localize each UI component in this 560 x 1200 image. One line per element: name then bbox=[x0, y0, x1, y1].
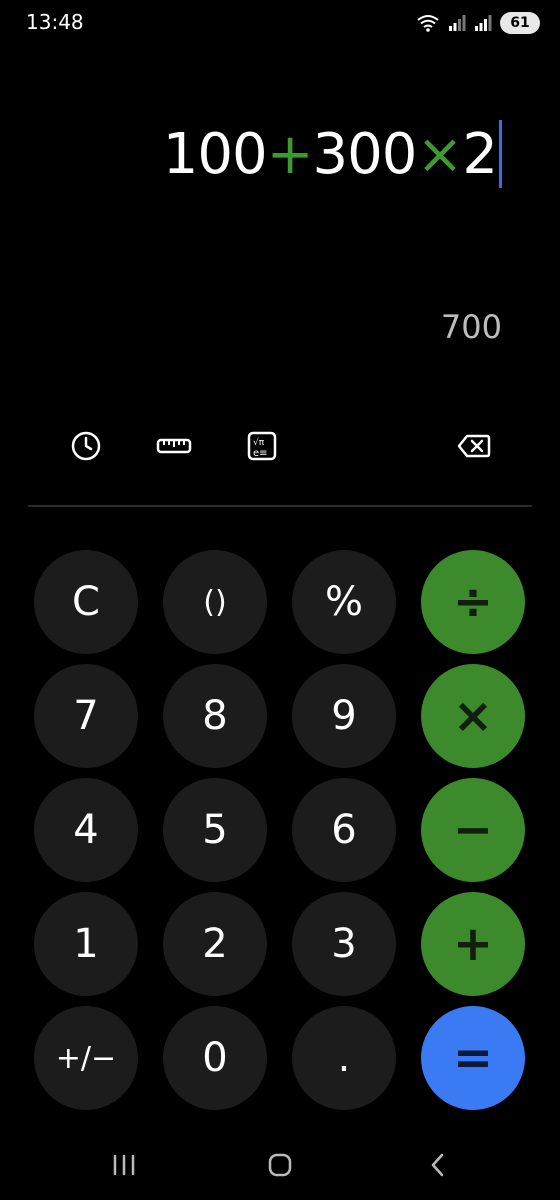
backspace-icon bbox=[457, 434, 491, 458]
svg-text:e≡: e≡ bbox=[253, 448, 268, 459]
text-cursor bbox=[499, 120, 502, 188]
expression-input[interactable]: 100 + 300 × 2 bbox=[163, 120, 502, 188]
calculator-display: 100 + 300 × 2 700 bbox=[0, 100, 560, 400]
digit-0-button[interactable]: 0 bbox=[163, 1006, 267, 1110]
digit-1-button[interactable]: 1 bbox=[34, 892, 138, 996]
back-button[interactable] bbox=[408, 1140, 468, 1190]
back-icon bbox=[431, 1153, 444, 1177]
history-icon bbox=[71, 431, 101, 461]
digit-6-button[interactable]: 6 bbox=[292, 778, 396, 882]
signal-icon-2 bbox=[475, 15, 492, 31]
calculator-toolbar: √π e≡ bbox=[0, 420, 560, 476]
system-navbar bbox=[0, 1140, 560, 1190]
recent-apps-icon bbox=[113, 1154, 135, 1176]
equals-button[interactable]: = bbox=[421, 1006, 525, 1110]
recent-apps-button[interactable] bbox=[94, 1140, 154, 1190]
digit-7-button[interactable]: 7 bbox=[34, 664, 138, 768]
digit-3-button[interactable]: 3 bbox=[292, 892, 396, 996]
status-time: 13:48 bbox=[26, 10, 84, 34]
parentheses-button[interactable]: () bbox=[163, 550, 267, 654]
history-button[interactable] bbox=[64, 424, 108, 468]
unit-converter-button[interactable] bbox=[152, 424, 196, 468]
decimal-button[interactable]: . bbox=[292, 1006, 396, 1110]
scientific-mode-button[interactable]: √π e≡ bbox=[240, 424, 284, 468]
digit-8-button[interactable]: 8 bbox=[163, 664, 267, 768]
digit-4-button[interactable]: 4 bbox=[34, 778, 138, 882]
percent-button[interactable]: % bbox=[292, 550, 396, 654]
multiply-button[interactable]: × bbox=[421, 664, 525, 768]
status-icons: 61 bbox=[416, 12, 540, 34]
result-preview: 700 bbox=[440, 308, 502, 346]
expression-operand-2: 300 bbox=[312, 121, 418, 187]
display-divider bbox=[28, 505, 532, 507]
expression-operator-multiply: × bbox=[416, 121, 463, 187]
divide-button[interactable]: ÷ bbox=[421, 550, 525, 654]
digit-2-button[interactable]: 2 bbox=[163, 892, 267, 996]
digit-5-button[interactable]: 5 bbox=[163, 778, 267, 882]
ruler-icon bbox=[156, 438, 192, 454]
scientific-icon: √π e≡ bbox=[247, 431, 277, 461]
svg-text:√π: √π bbox=[253, 437, 265, 448]
digit-9-button[interactable]: 9 bbox=[292, 664, 396, 768]
battery-level: 61 bbox=[510, 15, 530, 31]
backspace-button[interactable] bbox=[452, 424, 496, 468]
expression-operand-1: 100 bbox=[162, 121, 268, 187]
signal-icon-1 bbox=[449, 15, 466, 31]
home-icon bbox=[268, 1153, 292, 1177]
subtract-button[interactable]: − bbox=[421, 778, 525, 882]
expression-operand-3: 2 bbox=[462, 121, 498, 187]
battery-indicator: 61 bbox=[500, 12, 540, 34]
negate-button[interactable]: +/− bbox=[34, 1006, 138, 1110]
home-button[interactable] bbox=[250, 1140, 310, 1190]
clear-button[interactable]: C bbox=[34, 550, 138, 654]
expression-operator-plus: + bbox=[266, 121, 314, 187]
add-button[interactable]: + bbox=[421, 892, 525, 996]
wifi-icon bbox=[417, 15, 439, 32]
status-bar: 13:48 61 bbox=[0, 0, 560, 48]
